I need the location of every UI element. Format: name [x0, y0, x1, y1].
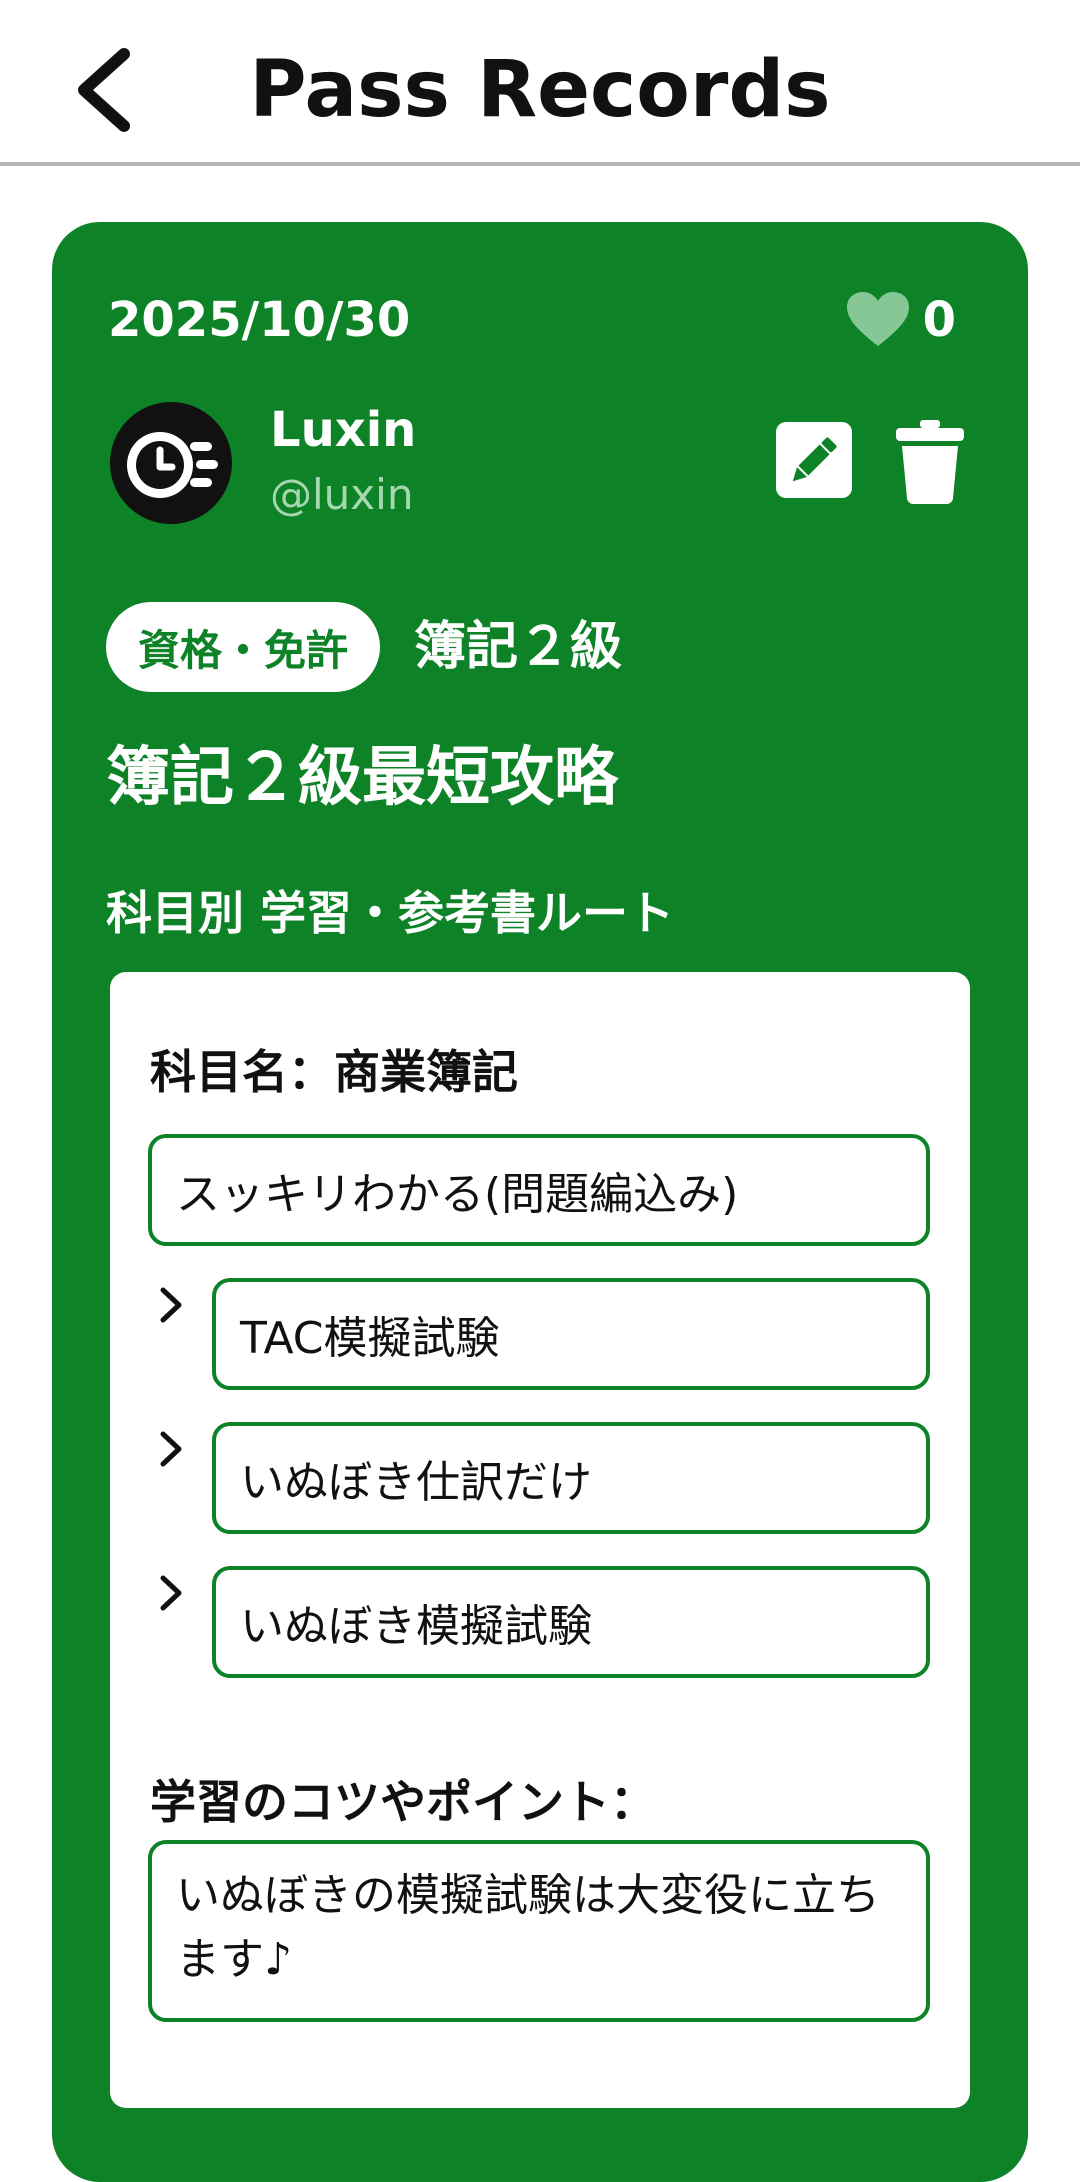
subject-label: 科目名：商業簿記 [150, 1045, 518, 1099]
delete-button[interactable] [892, 418, 968, 504]
trash-icon [896, 420, 964, 504]
pencil-icon [792, 437, 837, 482]
chevron-right-icon [160, 1431, 182, 1467]
like-count: 0 [922, 292, 956, 348]
qualification-name: 簿記２級 [414, 617, 623, 677]
clock-speed-avatar-icon [110, 402, 232, 524]
user-handle: @luxin [270, 470, 414, 519]
app-header: Pass Records [0, 0, 1080, 166]
chevron-right-icon [160, 1575, 182, 1611]
tips-box: いぬぼきの模擬試験は大変役に立ち ます♪ [148, 1840, 930, 2022]
heart-icon [846, 292, 909, 346]
post-title: 簿記２級最短攻略 [106, 741, 618, 815]
user-name[interactable]: Luxin [270, 400, 416, 460]
tips-text-line: ます♪ [176, 1934, 293, 1985]
like-counter: 0 [845, 290, 956, 350]
book-item: いぬぼき仕訳だけ [212, 1422, 930, 1534]
like-button[interactable] [845, 290, 911, 350]
route-heading: 科目別 学習・参考書ルート [106, 886, 675, 940]
chevron-right-icon [160, 1287, 182, 1323]
avatar[interactable] [110, 402, 232, 524]
post-date: 2025/10/30 [108, 292, 411, 348]
tips-text-line: いぬぼきの模擬試験は大変役に立ち [176, 1870, 880, 1921]
book-item: いぬぼき模擬試験 [212, 1566, 930, 1678]
edit-button[interactable] [776, 422, 852, 498]
category-badge[interactable]: 資格・免許 [106, 602, 381, 692]
book-item: スッキリわかる(問題編込み) [148, 1134, 930, 1246]
book-item: TAC模擬試験 [212, 1278, 930, 1390]
page-title: Pass Records [249, 45, 831, 135]
tips-label: 学習のコツやポイント： [150, 1775, 656, 1829]
pass-record-card: 2025/10/30 0 Luxin @luxin 資格・免許 簿記２級 簿記２… [52, 222, 1028, 2182]
study-route-panel: 科目名：商業簿記 スッキリわかる(問題編込み) TAC模擬試験 いぬぼき仕訳だけ… [110, 972, 970, 2108]
